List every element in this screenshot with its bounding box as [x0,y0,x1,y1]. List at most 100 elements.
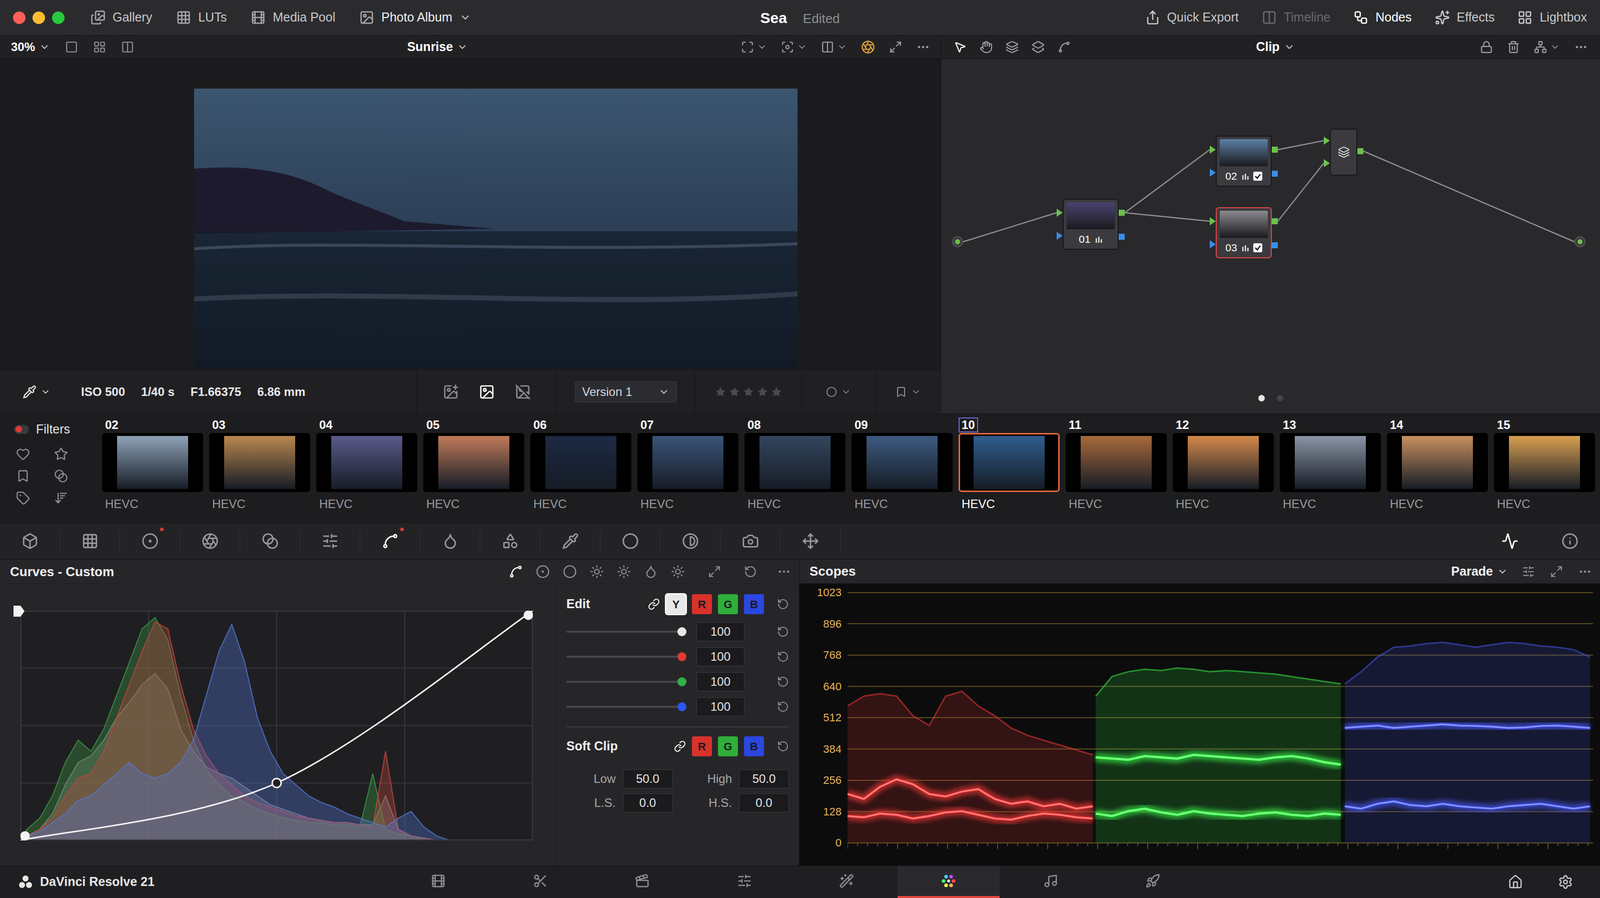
palette-tool[interactable] [300,529,361,553]
top-nav-item[interactable]: LUTs [176,8,227,28]
reset-icon[interactable] [776,700,789,713]
wipe-icon[interactable] [821,40,835,54]
panel-tool[interactable] [1479,532,1540,550]
curve-mode-icon[interactable] [589,564,604,579]
node-output-port[interactable] [1118,209,1125,216]
node-output[interactable] [1574,236,1586,248]
channel-button[interactable]: R [691,593,712,614]
clip-name-dropdown[interactable]: Sunrise [407,37,469,57]
page-tab[interactable] [591,865,694,898]
viewer[interactable] [0,59,941,370]
version-dropdown[interactable]: Version 1 [574,381,677,403]
reset-icon[interactable] [776,650,789,663]
value-field[interactable]: 0.0 [738,792,789,813]
node-key-input-port[interactable] [1209,168,1216,177]
page-tab[interactable] [999,865,1102,898]
page-tab[interactable] [795,865,898,898]
thumbnail-item[interactable]: 02HEVC [99,413,207,523]
heart-icon[interactable] [16,446,31,461]
thumbnail-item[interactable]: 13HEVC [1276,413,1384,523]
palette-tool[interactable] [780,529,841,553]
node-source-input[interactable] [952,236,964,248]
reset-icon[interactable] [776,597,789,610]
node-key-output-port[interactable] [1271,242,1278,249]
node-key-input-port[interactable] [1209,240,1216,249]
node-input-port[interactable] [1209,145,1216,154]
node-output-port[interactable] [1357,148,1364,155]
settings-icon[interactable] [1557,874,1573,890]
bookmark-icon[interactable] [16,468,31,483]
top-nav-item[interactable]: Gallery [90,8,153,28]
more-icon[interactable] [916,40,931,55]
page-dot[interactable] [1276,394,1284,402]
curve-control-point[interactable] [272,777,282,787]
thumbnail-item[interactable]: 04HEVC [313,413,421,523]
window-control[interactable] [32,11,46,25]
more-icon[interactable] [1577,564,1592,579]
zoom-dropdown[interactable]: 30% [11,38,51,57]
link-icon[interactable] [673,739,686,752]
expand-icon[interactable] [707,564,721,578]
node-key-input-port[interactable] [1056,231,1063,240]
more-icon[interactable] [776,564,791,579]
node-input-port[interactable] [1209,217,1216,226]
thumbnail-item[interactable]: 03HEVC [206,413,314,523]
hand-icon[interactable] [979,40,993,54]
panel-tool[interactable] [1539,532,1600,550]
flag-icon[interactable] [826,386,838,398]
curve-line[interactable] [20,610,533,841]
node-enable-checkbox[interactable] [1253,171,1263,181]
view-mode-icon[interactable] [514,383,531,400]
channel-button[interactable]: Y [665,593,686,614]
palette-tool[interactable] [240,529,301,553]
reset-icon[interactable] [743,564,757,578]
palette-tool[interactable] [360,529,421,553]
page-tab[interactable] [1101,865,1204,898]
curve-mode-icon[interactable] [643,564,658,579]
scope-mode-dropdown[interactable]: Parade [1451,561,1508,581]
star-icon[interactable] [714,386,726,398]
view-mode-icon[interactable] [478,383,495,400]
slider-value-field[interactable]: 100 [696,671,745,691]
palette-tool[interactable] [540,529,601,553]
thumbnail-item[interactable]: 14HEVC [1383,413,1491,523]
intensity-slider[interactable] [566,700,687,713]
filters-toggle[interactable]: Filters [14,419,100,439]
page-tab[interactable] [897,865,1000,898]
palette-tool[interactable] [720,529,781,553]
value-field[interactable]: 0.0 [622,792,673,813]
curve-graph[interactable] [20,610,533,841]
page-dot[interactable] [1258,394,1265,402]
color-aperture-icon[interactable] [861,40,876,55]
channel-button[interactable]: B [743,593,764,614]
grid-view-icon[interactable] [93,40,107,54]
curve-mode-icon[interactable] [508,564,523,579]
home-icon[interactable] [1507,874,1523,890]
node-key-output-port[interactable] [1271,170,1278,177]
channel-button[interactable]: G [717,593,738,614]
palette-tool[interactable] [480,529,541,553]
page-tab[interactable] [489,865,592,898]
tag-icon[interactable] [16,490,31,505]
palette-tool[interactable] [600,529,661,553]
spline-icon[interactable] [1057,40,1071,54]
intensity-slider[interactable] [566,675,687,688]
curve-control-point[interactable] [21,831,30,840]
top-nav-item[interactable]: Lightbox [1517,8,1587,28]
palette-tool[interactable] [120,529,181,553]
curve-control-point[interactable] [524,610,533,619]
top-nav-item[interactable]: Nodes [1353,8,1412,28]
framing-icon[interactable] [740,40,754,54]
slider-value-field[interactable]: 100 [696,621,745,641]
view-mode-icon[interactable] [442,383,459,400]
top-nav-item[interactable]: Photo Album [359,8,472,28]
thumbnail-item[interactable]: 12HEVC [1169,413,1277,523]
curve-mode-icon[interactable] [670,564,685,579]
stack-icon[interactable] [1031,40,1045,54]
node[interactable]: 03 [1209,207,1278,259]
lock-icon[interactable] [1479,40,1493,54]
thumbnail-item[interactable]: 15HEVC [1490,413,1598,523]
slider-knob[interactable] [677,651,687,661]
channel-button[interactable]: R [691,735,712,756]
top-nav-item[interactable]: Media Pool [250,8,336,28]
